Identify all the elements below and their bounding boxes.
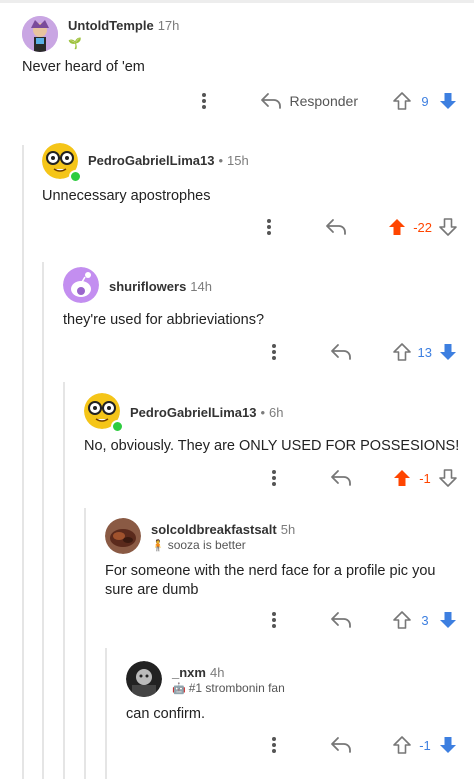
separator: • <box>218 153 224 168</box>
thread-line <box>42 262 44 779</box>
online-indicator <box>111 420 124 433</box>
comment: PedroGabrielLima13 • 15h Unnecessary apost… <box>42 143 474 206</box>
comment-age: 14h <box>190 279 212 294</box>
upvote-icon[interactable] <box>392 468 412 488</box>
comment: solcoldbreakfastsalt 5h 🧍 sooza is better … <box>105 518 474 600</box>
comment: _nxm 4h 🤖 #1 strombonin fan can confirm. <box>126 661 474 724</box>
top-divider <box>0 0 474 3</box>
more-options-icon[interactable] <box>262 464 286 492</box>
reply-button[interactable] <box>330 464 352 492</box>
separator: • <box>260 405 266 420</box>
comment-age: 15h <box>227 153 249 168</box>
username[interactable]: UntoldTemple <box>68 18 154 33</box>
comment-age: 4h <box>209 665 225 680</box>
username[interactable]: solcoldbreakfastsalt <box>151 522 277 537</box>
reply-button[interactable] <box>330 731 352 759</box>
avatar[interactable] <box>22 16 58 52</box>
robot-icon: 🤖 <box>172 683 186 695</box>
user-flair: 🌱 <box>68 36 85 50</box>
thread-line <box>84 508 86 779</box>
comment-actions: 3 <box>262 605 458 635</box>
thread-line <box>105 648 107 779</box>
flair-text: sooza is better <box>167 538 246 552</box>
more-options-icon[interactable] <box>262 606 286 634</box>
comment-body: can confirm. <box>126 706 205 722</box>
reply-button[interactable] <box>325 213 347 241</box>
downvote-icon[interactable] <box>438 735 458 755</box>
downvote-icon[interactable] <box>438 610 458 630</box>
downvote-icon[interactable] <box>438 468 458 488</box>
vote-score: -1 <box>419 470 431 486</box>
avatar[interactable] <box>105 518 141 554</box>
more-options-icon[interactable] <box>262 731 286 759</box>
upvote-icon[interactable] <box>387 217 407 237</box>
plant-icon: 🌱 <box>68 38 82 50</box>
avatar[interactable] <box>126 661 162 697</box>
more-options-icon[interactable] <box>192 87 216 115</box>
more-options-icon[interactable] <box>257 213 281 241</box>
reply-icon <box>330 736 352 754</box>
downvote-icon[interactable] <box>438 91 458 111</box>
upvote-icon[interactable] <box>392 610 412 630</box>
reply-icon <box>330 611 352 629</box>
vote-score: 13 <box>417 344 432 360</box>
comment: shuriflowers 14h they're used for abbriev… <box>63 267 474 330</box>
username[interactable]: PedroGabrielLima13 <box>130 405 256 420</box>
downvote-icon[interactable] <box>438 217 458 237</box>
username[interactable]: _nxm <box>172 665 206 680</box>
comment-body: Unnecessary apostrophes <box>42 188 211 204</box>
comment-actions: -1 <box>262 463 458 493</box>
comment-actions: -1 <box>262 730 458 760</box>
comment: PedroGabrielLima13 • 6h No, obviously. The… <box>84 393 474 456</box>
comment-age: 17h <box>157 18 180 33</box>
downvote-icon[interactable] <box>438 342 458 362</box>
online-indicator <box>69 170 82 183</box>
comment-body: No, obviously. They are ONLY USED FOR PO… <box>84 438 460 454</box>
comment: UntoldTemple 17h 🌱 Never heard of 'em <box>22 16 474 77</box>
username[interactable]: shuriflowers <box>109 279 186 294</box>
reply-button[interactable] <box>330 338 352 366</box>
comment-body: Never heard of 'em <box>22 59 145 75</box>
username[interactable]: PedroGabrielLima13 <box>88 153 214 168</box>
reply-button[interactable]: Responder <box>260 87 359 115</box>
reply-icon <box>330 343 352 361</box>
upvote-icon[interactable] <box>392 735 412 755</box>
comment-body: they're used for abbrieviations? <box>63 312 265 328</box>
vote-score: -22 <box>413 219 432 235</box>
reply-icon <box>325 218 347 236</box>
thread-line <box>22 145 24 779</box>
reply-label: Responder <box>289 93 359 109</box>
user-flair: 🤖 #1 strombonin fan <box>172 681 285 695</box>
more-options-icon[interactable] <box>262 338 286 366</box>
avatar[interactable] <box>63 267 99 303</box>
comment-actions: 13 <box>262 337 458 367</box>
flair-text: #1 strombonin fan <box>188 681 285 695</box>
person-icon: 🧍 <box>151 540 165 552</box>
reply-icon <box>330 469 352 487</box>
comment-age: 5h <box>280 522 296 537</box>
vote-score: -1 <box>419 737 431 753</box>
user-flair: 🧍 sooza is better <box>151 538 246 552</box>
reply-button[interactable] <box>330 606 352 634</box>
upvote-icon[interactable] <box>392 342 412 362</box>
comment-actions: Responder 9 <box>192 86 459 116</box>
vote-score: 9 <box>421 93 429 109</box>
upvote-icon[interactable] <box>392 91 412 111</box>
comment-age: 6h <box>269 405 284 420</box>
vote-score: 3 <box>421 612 429 628</box>
reply-icon <box>260 92 282 110</box>
comment-body: For someone with the nerd face for a pro… <box>105 563 436 598</box>
comment-actions: -22 <box>257 212 458 242</box>
thread-line <box>63 382 65 779</box>
